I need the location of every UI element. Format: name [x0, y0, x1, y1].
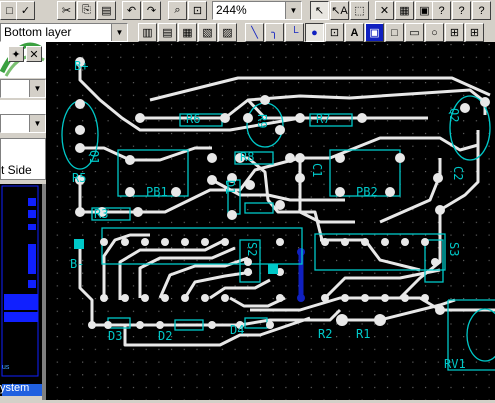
- align-top-icon[interactable]: ▤: [158, 23, 177, 42]
- label-r5: R5: [72, 171, 86, 185]
- left-panel: ✦ ✕ ▼ ▼ t Side us ystem: [0, 42, 46, 400]
- circle-icon[interactable]: ○: [425, 23, 444, 42]
- copy-icon[interactable]: ⎘: [77, 1, 96, 20]
- orthogonal-trace-icon[interactable]: └: [285, 23, 304, 42]
- cut-icon[interactable]: ✂: [57, 1, 76, 20]
- chevron-down-icon: ▼: [285, 2, 301, 19]
- chevron-down-icon: ▼: [29, 115, 45, 132]
- pad-icon[interactable]: ●: [305, 23, 324, 42]
- label-r7: R7: [316, 112, 330, 126]
- component-icon[interactable]: ⊡: [325, 23, 344, 42]
- label-b-minus: B-: [70, 257, 84, 271]
- pcb-canvas[interactable]: B+ B- Q1 Q2 R5 R3 R6 R7 R8 R9 PB1 PB2 D1…: [46, 42, 495, 400]
- label-s3: S3: [447, 242, 461, 256]
- polygon-icon[interactable]: ▭: [405, 23, 424, 42]
- side-label: t Side: [1, 163, 32, 177]
- main-toolbar: □ ✓ ✂ ⎘ ▤ ↶ ↷ ⌕ ⊡ 244% ▼ ↖ ↖A ⬚ ✕ ▦ ▣ ? …: [0, 0, 495, 21]
- undo-icon[interactable]: ↶: [122, 1, 141, 20]
- rectangle-icon[interactable]: □: [385, 23, 404, 42]
- zoom-icon[interactable]: ⌕: [168, 1, 187, 20]
- arc-trace-icon[interactable]: ╮: [265, 23, 284, 42]
- tool-icon[interactable]: ✦: [8, 46, 24, 62]
- grid-icon[interactable]: ▦: [395, 1, 414, 20]
- label-s2: S2: [245, 242, 259, 256]
- label-r9: R9: [255, 114, 269, 128]
- layer-value: Bottom layer: [4, 25, 72, 39]
- text-icon[interactable]: A: [345, 23, 364, 42]
- b-minus-pad: [74, 239, 84, 249]
- zoom-value: 244%: [216, 3, 247, 17]
- zoom-select[interactable]: 244% ▼: [212, 1, 302, 20]
- panel-divider: [0, 100, 46, 114]
- pcb-svg: B+ B- Q1 Q2 R5 R3 R6 R7 R8 R9 PB1 PB2 D1…: [46, 42, 495, 400]
- label-q1: Q1: [87, 150, 101, 164]
- distribute-icon[interactable]: ▧: [198, 23, 217, 42]
- align-left-icon[interactable]: ▥: [138, 23, 157, 42]
- minimap: us ystem: [0, 184, 42, 396]
- label-rv1: RV1: [444, 357, 466, 371]
- status-text: ystem: [0, 382, 30, 394]
- grid: [46, 42, 495, 400]
- redo-icon[interactable]: ↷: [142, 1, 161, 20]
- layer-select[interactable]: Bottom layer ▼: [0, 23, 128, 42]
- label-d4: D4: [230, 323, 244, 337]
- info-icon[interactable]: ?: [452, 1, 471, 20]
- side-button[interactable]: t Side: [0, 138, 46, 180]
- label-pb1: PB1: [146, 185, 168, 199]
- panel-select-2[interactable]: ▼: [0, 114, 46, 133]
- fill-icon[interactable]: ▣: [365, 23, 384, 42]
- label-pb2: PB2: [356, 185, 378, 199]
- label-r1: R1: [356, 327, 370, 341]
- open-icon[interactable]: ✓: [16, 1, 35, 20]
- chevron-down-icon: ▼: [29, 80, 45, 97]
- panel-select-1[interactable]: ▼: [0, 79, 46, 98]
- label-r3: R3: [94, 207, 108, 221]
- ratsnest-icon[interactable]: ✕: [375, 1, 394, 20]
- label-r2: R2: [318, 327, 332, 341]
- label-r8: R8: [240, 150, 254, 164]
- label-b-plus: B+: [74, 59, 88, 73]
- help-icon[interactable]: ?: [432, 1, 451, 20]
- label-d2: D2: [158, 329, 172, 343]
- select-arrow-icon[interactable]: ↖: [310, 1, 329, 20]
- align-center-icon[interactable]: ▦: [178, 23, 197, 42]
- label-c2: C2: [451, 166, 465, 180]
- flip-icon[interactable]: ▨: [218, 23, 237, 42]
- label-r6: R6: [186, 112, 200, 126]
- zoom-fit-icon[interactable]: ⊡: [188, 1, 207, 20]
- select-text-icon[interactable]: ↖A: [330, 1, 349, 20]
- square-pad: [268, 264, 278, 274]
- wrench-icon[interactable]: ✕: [26, 46, 42, 62]
- label-c1: C1: [310, 163, 324, 177]
- measure-icon[interactable]: ⊞: [445, 23, 464, 42]
- drawing-toolbar: Bottom layer ▼ ▥ ▤ ▦ ▧ ▨ ╲ ╮ └ ● ⊡ A ▣ □…: [0, 21, 495, 42]
- label-d3: D3: [108, 329, 122, 343]
- context-help-icon[interactable]: ?: [472, 1, 491, 20]
- paste-icon[interactable]: ▤: [97, 1, 116, 20]
- label-d1: D1: [223, 180, 237, 194]
- label-q2: Q2: [447, 108, 461, 122]
- chevron-down-icon: ▼: [111, 24, 127, 41]
- minimap-text: us: [2, 364, 10, 371]
- marquee-icon[interactable]: ⬚: [350, 1, 369, 20]
- trace-icon[interactable]: ╲: [245, 23, 264, 42]
- layers-icon[interactable]: ⊞: [465, 23, 484, 42]
